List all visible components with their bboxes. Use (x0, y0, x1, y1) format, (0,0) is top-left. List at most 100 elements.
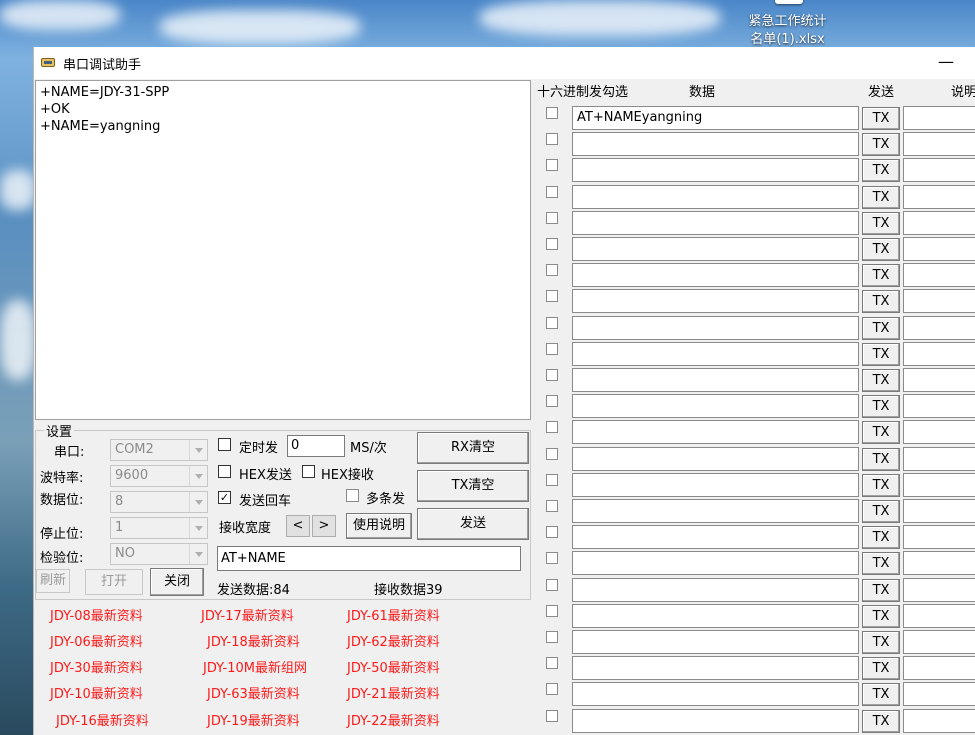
row-note-input[interactable] (903, 604, 975, 628)
row-note-input[interactable] (903, 447, 975, 471)
row-note-input[interactable] (903, 682, 975, 706)
row-hex-checkbox[interactable] (546, 605, 558, 617)
row-note-input[interactable] (903, 499, 975, 523)
row-tx-button[interactable]: TX (862, 238, 900, 261)
hex-send-checkbox[interactable] (218, 465, 231, 478)
row-note-input[interactable] (903, 342, 975, 366)
row-data-input[interactable] (572, 158, 859, 182)
link-jdy-63[interactable]: JDY-63最新资料 (207, 683, 300, 702)
send-button[interactable]: 发送 (417, 508, 529, 540)
row-tx-button[interactable]: TX (862, 343, 900, 366)
send-input[interactable]: AT+NAME (217, 546, 521, 571)
row-hex-checkbox[interactable] (546, 343, 558, 355)
databits-select[interactable]: 8 (110, 491, 208, 513)
row-hex-checkbox[interactable] (546, 526, 558, 538)
row-note-input[interactable] (903, 289, 975, 313)
row-data-input[interactable] (572, 656, 859, 680)
row-tx-button[interactable]: TX (862, 657, 900, 680)
row-hex-checkbox[interactable] (546, 107, 558, 119)
row-tx-button[interactable]: TX (862, 500, 900, 523)
parity-select[interactable]: NO (110, 543, 208, 565)
port-select[interactable]: COM2 (110, 439, 208, 461)
row-tx-button[interactable]: TX (862, 631, 900, 654)
row-hex-checkbox[interactable] (546, 238, 558, 250)
baud-select[interactable]: 9600 (110, 465, 208, 487)
open-button[interactable]: 打开 (85, 569, 143, 595)
row-tx-button[interactable]: TX (862, 421, 900, 444)
row-tx-button[interactable]: TX (862, 710, 900, 733)
link-jdy-08[interactable]: JDY-08最新资料 (50, 605, 143, 624)
row-hex-checkbox[interactable] (546, 448, 558, 460)
row-note-input[interactable] (903, 656, 975, 680)
row-note-input[interactable] (903, 551, 975, 575)
link-jdy-22[interactable]: JDY-22最新资料 (347, 710, 440, 729)
row-hex-checkbox[interactable] (546, 159, 558, 171)
row-hex-checkbox[interactable] (546, 710, 558, 722)
row-data-input[interactable] (572, 420, 859, 444)
row-data-input[interactable] (572, 551, 859, 575)
row-tx-button[interactable]: TX (862, 186, 900, 209)
row-tx-button[interactable]: TX (862, 264, 900, 287)
row-note-input[interactable] (903, 525, 975, 549)
row-note-input[interactable] (903, 185, 975, 209)
hex-recv-checkbox[interactable] (302, 465, 315, 478)
link-jdy-50[interactable]: JDY-50最新资料 (347, 657, 440, 676)
row-data-input[interactable] (572, 709, 859, 733)
row-hex-checkbox[interactable] (546, 317, 558, 329)
link-jdy-19[interactable]: JDY-19最新资料 (207, 710, 300, 729)
row-data-input[interactable] (572, 289, 859, 313)
row-hex-checkbox[interactable] (546, 290, 558, 302)
link-jdy-10m[interactable]: JDY-10M最新组网 (203, 657, 307, 676)
row-note-input[interactable] (903, 394, 975, 418)
row-hex-checkbox[interactable] (546, 657, 558, 669)
row-data-input[interactable] (572, 525, 859, 549)
row-hex-checkbox[interactable] (546, 264, 558, 276)
desktop-file-icon[interactable]: 紧急工作统计 名单(1).xlsx (735, 0, 840, 47)
link-jdy-10[interactable]: JDY-10最新资料 (50, 683, 143, 702)
row-hex-checkbox[interactable] (546, 552, 558, 564)
row-data-input[interactable] (572, 394, 859, 418)
row-hex-checkbox[interactable] (546, 421, 558, 433)
row-data-input[interactable] (572, 263, 859, 287)
row-note-input[interactable] (903, 106, 975, 130)
row-tx-button[interactable]: TX (862, 395, 900, 418)
row-note-input[interactable] (903, 368, 975, 392)
link-jdy-61[interactable]: JDY-61最新资料 (347, 605, 440, 624)
row-note-input[interactable] (903, 578, 975, 602)
row-data-input[interactable] (572, 499, 859, 523)
row-tx-button[interactable]: TX (862, 552, 900, 575)
row-data-input[interactable] (572, 604, 859, 628)
link-jdy-18[interactable]: JDY-18最新资料 (207, 631, 300, 650)
rx-clear-button[interactable]: RX清空 (417, 432, 529, 464)
row-note-input[interactable] (903, 316, 975, 340)
row-hex-checkbox[interactable] (546, 212, 558, 224)
row-data-input[interactable] (572, 447, 859, 471)
link-jdy-30[interactable]: JDY-30最新资料 (50, 657, 143, 676)
row-data-input[interactable] (572, 473, 859, 497)
row-data-input[interactable] (572, 237, 859, 261)
tx-clear-button[interactable]: TX清空 (417, 470, 529, 502)
row-tx-button[interactable]: TX (862, 369, 900, 392)
row-note-input[interactable] (903, 420, 975, 444)
timed-send-checkbox[interactable] (218, 438, 231, 451)
row-hex-checkbox[interactable] (546, 500, 558, 512)
row-tx-button[interactable]: TX (862, 448, 900, 471)
row-tx-button[interactable]: TX (862, 526, 900, 549)
row-tx-button[interactable]: TX (862, 133, 900, 156)
link-jdy-17[interactable]: JDY-17最新资料 (201, 605, 294, 624)
row-data-input[interactable]: AT+NAMEyangning (572, 106, 859, 130)
close-button[interactable]: 关闭 (150, 568, 204, 596)
link-jdy-16[interactable]: JDY-16最新资料 (56, 710, 149, 729)
row-data-input[interactable] (572, 342, 859, 366)
refresh-button[interactable]: 刷新 (36, 569, 70, 593)
row-note-input[interactable] (903, 630, 975, 654)
width-decrease-button[interactable]: < (286, 515, 310, 537)
row-tx-button[interactable]: TX (862, 579, 900, 602)
row-note-input[interactable] (903, 158, 975, 182)
row-note-input[interactable] (903, 132, 975, 156)
link-jdy-21[interactable]: JDY-21最新资料 (347, 683, 440, 702)
stopbits-select[interactable]: 1 (110, 517, 208, 539)
row-data-input[interactable] (572, 578, 859, 602)
row-hex-checkbox[interactable] (546, 683, 558, 695)
row-note-input[interactable] (903, 709, 975, 733)
